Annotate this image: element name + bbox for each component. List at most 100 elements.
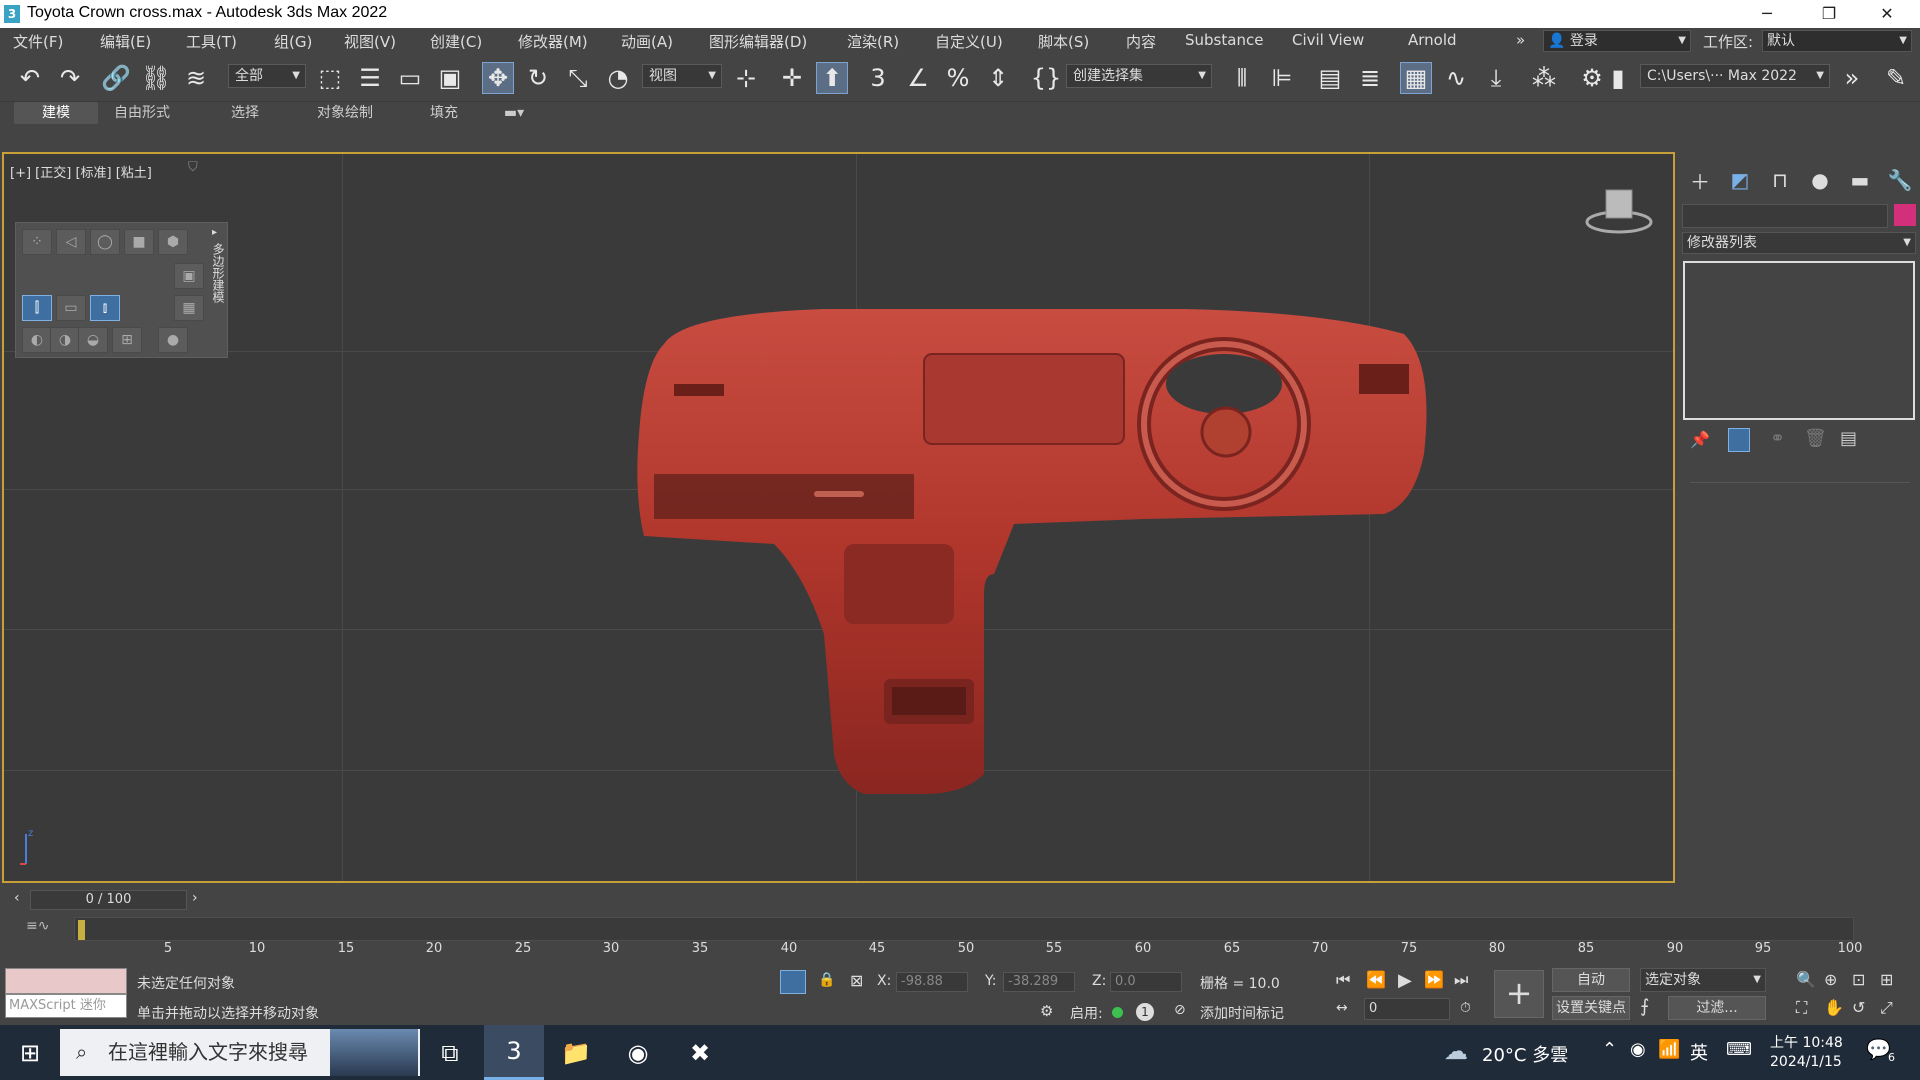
unlink-icon[interactable]: ⛓: [140, 62, 172, 94]
settings-icon[interactable]: ●: [158, 327, 188, 353]
record-icon[interactable]: ◉: [1630, 1039, 1646, 1060]
maxscript-mini-listener[interactable]: MAXScript 迷你: [5, 994, 127, 1018]
select-and-rotate-icon[interactable]: ↻: [522, 62, 554, 94]
info-icon[interactable]: 1: [1136, 1003, 1154, 1021]
default-in-out-tangent-icon[interactable]: ⨍: [1640, 996, 1649, 1017]
edit-poly-icon[interactable]: ⫿: [22, 295, 52, 321]
edit-named-selection-icon[interactable]: {}: [1030, 62, 1062, 94]
menu-content[interactable]: 内容: [1126, 31, 1156, 52]
percent-snap-icon[interactable]: %: [942, 62, 974, 94]
lock-icon[interactable]: 🔒: [818, 972, 835, 988]
menu-edit[interactable]: 编辑(E): [100, 31, 151, 52]
filter-icon[interactable]: ⛉: [188, 160, 198, 175]
border-icon[interactable]: ◯: [90, 229, 120, 255]
named-selection-dropdown[interactable]: 创建选择集 ▼: [1066, 64, 1212, 88]
render-setup-icon[interactable]: ⚙: [1576, 62, 1608, 94]
configure-modifier-sets-icon[interactable]: ▤: [1840, 428, 1857, 449]
menu-arnold[interactable]: Arnold: [1408, 31, 1457, 49]
menu-modifiers[interactable]: 修改器(M): [518, 31, 588, 52]
z-coordinate-field[interactable]: 0.0: [1110, 972, 1182, 992]
isolate-selection-icon[interactable]: [780, 970, 806, 994]
layer-explorer-icon[interactable]: ≣: [1354, 62, 1386, 94]
select-and-move-icon[interactable]: ✥: [482, 62, 514, 94]
modifier-icon[interactable]: ▣: [174, 263, 204, 289]
3dsmax-taskbar-icon[interactable]: 3: [484, 1025, 544, 1080]
element-icon[interactable]: ⬢: [158, 229, 188, 255]
render-icon[interactable]: ✎: [1880, 62, 1912, 94]
angle-snap-icon[interactable]: ∠: [902, 62, 934, 94]
reference-coordinate-dropdown[interactable]: 视图 ▼: [642, 64, 722, 88]
hierarchy-tab-icon[interactable]: ⊓: [1766, 166, 1794, 194]
menu-overflow-icon[interactable]: »: [1516, 31, 1525, 49]
zoom-extents-icon[interactable]: ⊡: [1852, 970, 1865, 989]
tab-freeform[interactable]: 自由形式: [106, 102, 178, 124]
toolbar-overflow-icon[interactable]: »: [1836, 62, 1868, 94]
bind-space-warp-icon[interactable]: ≋: [180, 62, 212, 94]
viewcube-icon[interactable]: [1584, 184, 1654, 244]
schematic-view-icon[interactable]: ⁂: [1528, 62, 1560, 94]
maximize-viewport-icon[interactable]: ⤢: [1880, 998, 1893, 1018]
polygon-icon[interactable]: ■: [124, 229, 154, 255]
clock-date[interactable]: 2024/1/15: [1770, 1054, 1842, 1070]
key-filters-button[interactable]: 过滤...: [1668, 996, 1766, 1020]
selection-filter-dropdown[interactable]: 全部 ▼: [228, 64, 306, 88]
modifier-stack[interactable]: [1683, 261, 1915, 420]
prev-key-icon[interactable]: ⏪: [1366, 970, 1386, 989]
ribbon-options-icon[interactable]: ▬▾: [496, 102, 532, 124]
restore-button[interactable]: ❐: [1806, 2, 1852, 26]
goto-end-icon[interactable]: ⏭: [1454, 970, 1468, 990]
rect-selection-icon[interactable]: ▭: [394, 62, 426, 94]
object-color-swatch[interactable]: [1894, 204, 1916, 226]
manipulate-icon[interactable]: ✛: [776, 62, 808, 94]
minimize-button[interactable]: ─: [1744, 2, 1790, 26]
select-by-name-icon[interactable]: ☰: [354, 62, 386, 94]
time-config-icon[interactable]: ⏱: [1460, 1000, 1471, 1016]
keyboard-shortcut-override-icon[interactable]: ⬆: [816, 62, 848, 94]
modify-tab-icon[interactable]: ◩: [1726, 166, 1754, 194]
snaps-toggle-icon[interactable]: 3: [862, 62, 894, 94]
close-button[interactable]: ✕: [1864, 2, 1910, 26]
input-method-indicator[interactable]: 英: [1690, 1039, 1708, 1065]
remove-modifier-icon[interactable]: 🗑: [1804, 428, 1827, 449]
viewport-label[interactable]: [+] [正交] [标准] [粘土]: [10, 162, 152, 181]
add-time-tag[interactable]: 添加时间标记: [1200, 1003, 1284, 1023]
menu-animation[interactable]: 动画(A): [621, 31, 673, 52]
show-end-result-toggle-icon[interactable]: [1728, 428, 1750, 452]
file-explorer-icon[interactable]: 📁: [546, 1025, 606, 1080]
orbit-icon[interactable]: ↺: [1852, 998, 1865, 1017]
expand-icon[interactable]: ▸: [212, 227, 217, 238]
clock-time[interactable]: 上午 10:48: [1770, 1032, 1843, 1052]
zoom-all-icon[interactable]: ⊕: [1824, 970, 1837, 989]
menu-tools[interactable]: 工具(T): [186, 31, 237, 52]
dashboard-model[interactable]: [624, 274, 1444, 804]
task-view-icon[interactable]: ⧉: [420, 1025, 480, 1080]
windows-start-icon[interactable]: ⊞: [0, 1025, 60, 1080]
shrink-icon[interactable]: ◑: [50, 327, 80, 353]
spinner-snap-icon[interactable]: ⇕: [982, 62, 1014, 94]
select-and-place-icon[interactable]: ◔: [602, 62, 634, 94]
make-unique-icon[interactable]: ⚭: [1770, 428, 1785, 449]
menu-civil-view[interactable]: Civil View: [1292, 31, 1364, 49]
loop-icon[interactable]: ⊞: [112, 327, 142, 353]
collapse-icon[interactable]: ▭: [56, 295, 86, 321]
x-coordinate-field[interactable]: -98.88: [896, 972, 968, 992]
play-icon[interactable]: ▶: [1398, 970, 1412, 991]
scene-explorer-icon[interactable]: ▤: [1314, 62, 1346, 94]
set-key-big-button-icon[interactable]: +: [1494, 970, 1544, 1018]
ribbon-toggle-icon[interactable]: ▦: [1400, 62, 1432, 94]
pin-stack-icon[interactable]: 📌: [1690, 430, 1710, 449]
chevron-up-icon[interactable]: ⌃: [1602, 1039, 1617, 1060]
absolute-mode-icon[interactable]: ⊠: [850, 971, 863, 990]
menu-scripting[interactable]: 脚本(S): [1038, 31, 1089, 52]
field-of-view-icon[interactable]: ⛶: [1796, 998, 1807, 1018]
tab-object-paint[interactable]: 对象绘制: [310, 102, 380, 124]
menu-file[interactable]: 文件(F): [13, 31, 63, 52]
window-crossing-icon[interactable]: ▣: [434, 62, 466, 94]
undo-icon[interactable]: ↶: [14, 62, 46, 94]
menu-rendering[interactable]: 渲染(R): [847, 31, 899, 52]
tab-selection[interactable]: 选择: [220, 102, 270, 124]
menu-graph-editors[interactable]: 图形编辑器(D): [709, 31, 807, 52]
weather-text[interactable]: 20°C 多雲: [1482, 1041, 1568, 1067]
current-frame-field[interactable]: 0: [1364, 998, 1450, 1020]
edge-icon[interactable]: ◁: [56, 229, 86, 255]
